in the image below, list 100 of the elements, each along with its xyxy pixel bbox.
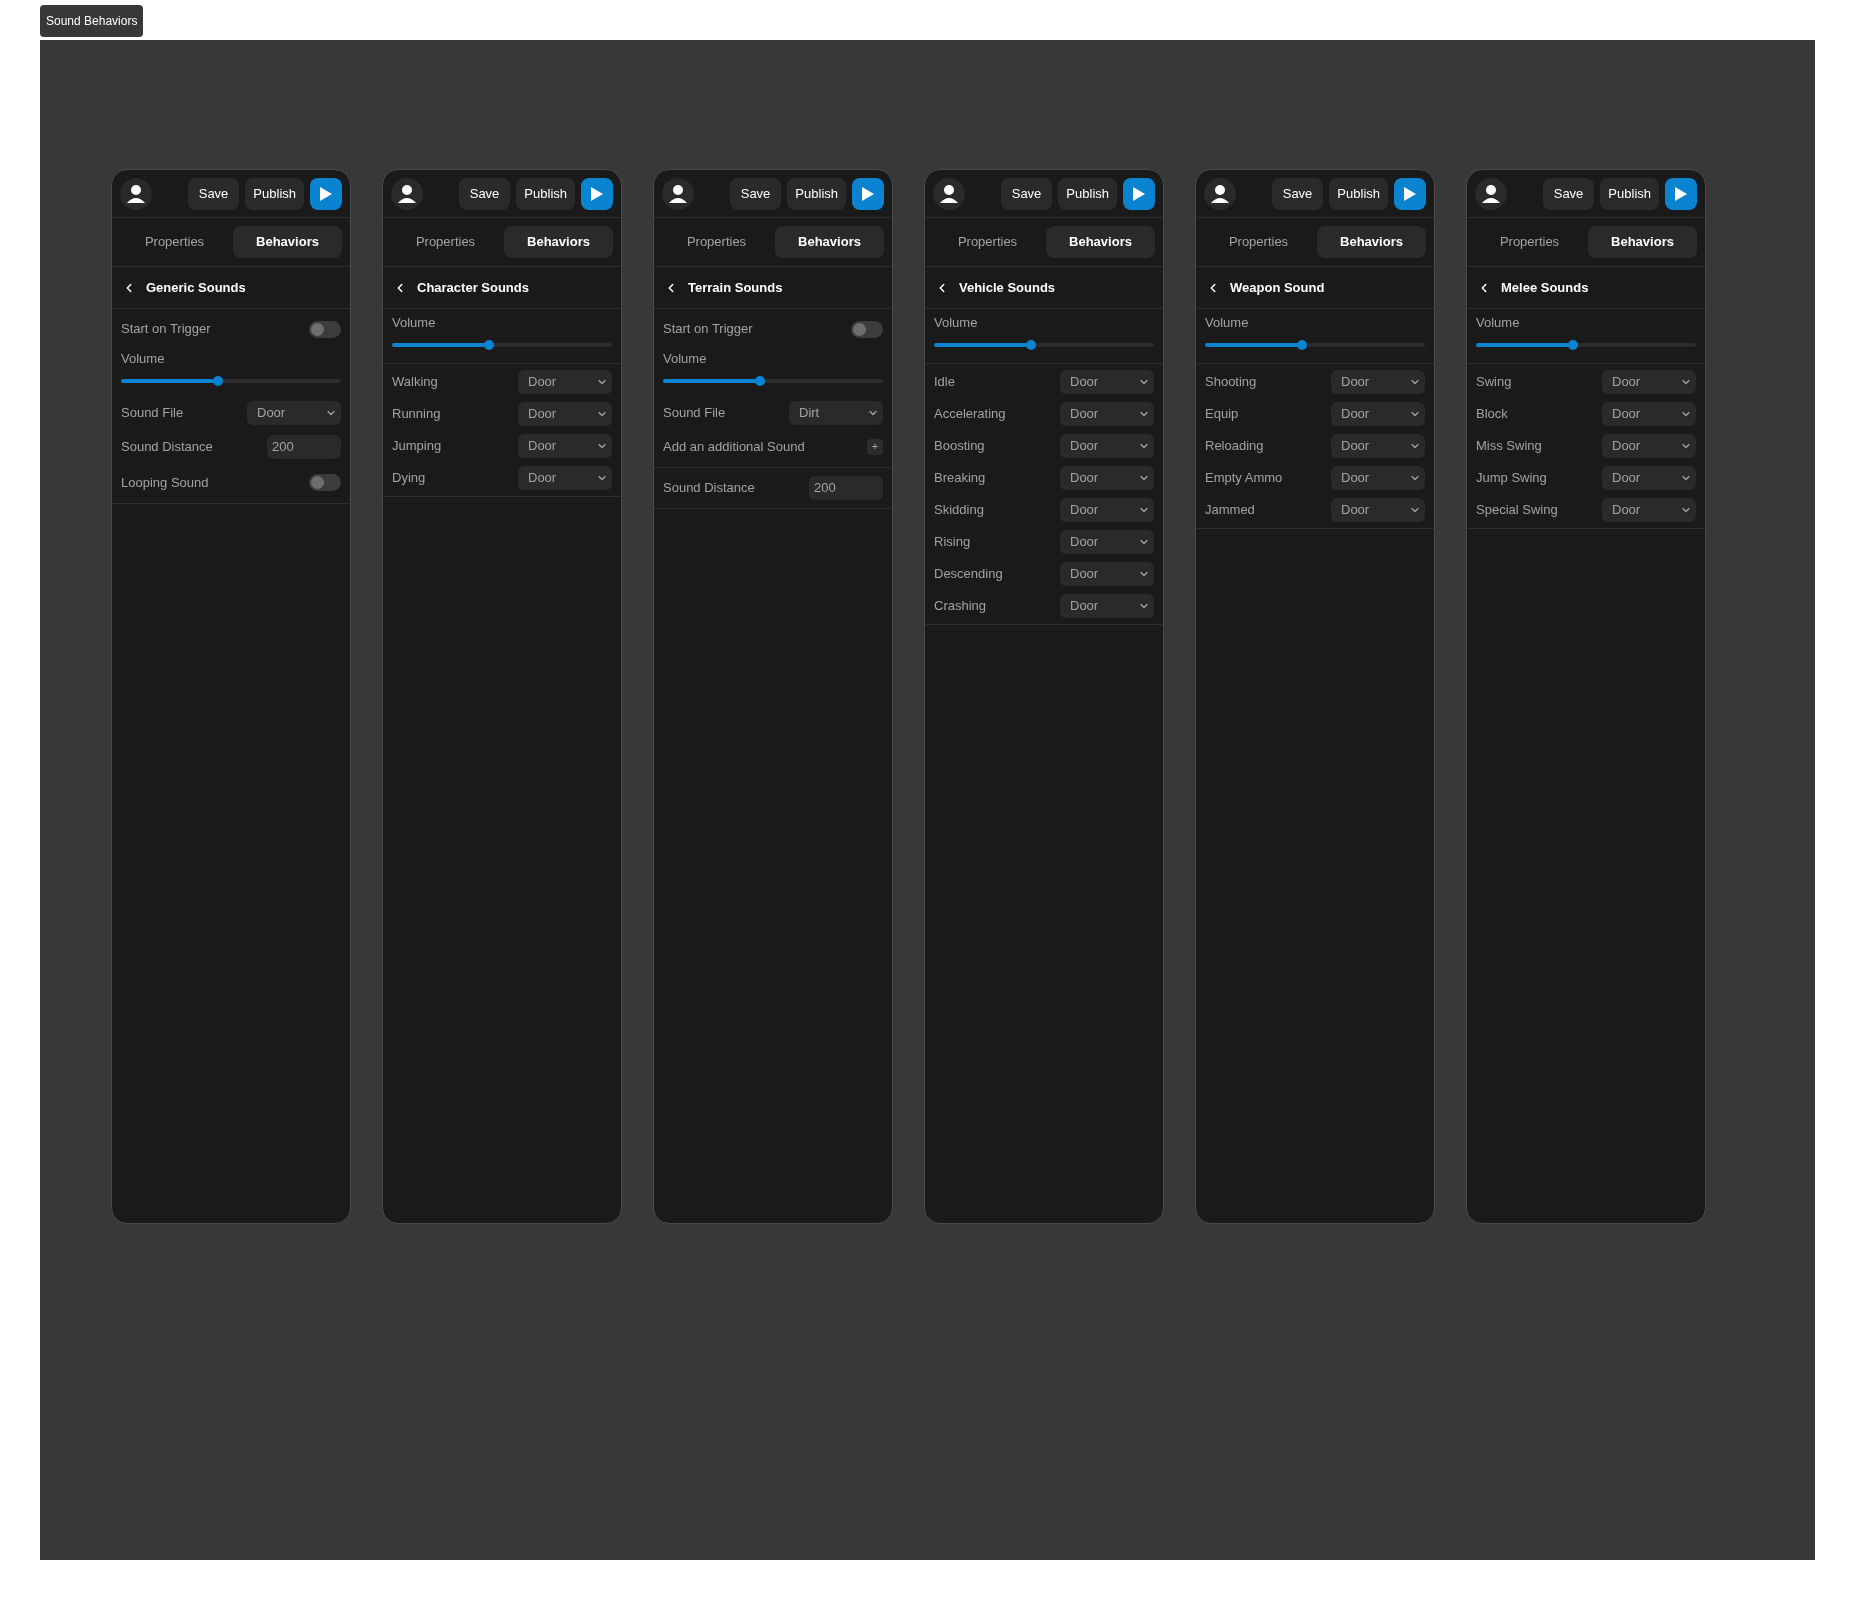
- save-button[interactable]: Save: [729, 177, 782, 210]
- play-button[interactable]: [852, 177, 884, 210]
- field-label: Crashing: [934, 596, 987, 615]
- field-label: Dying: [392, 468, 426, 487]
- tab[interactable]: Properties: [933, 226, 1042, 258]
- field-label: Special Swing: [1476, 500, 1558, 519]
- publish-button[interactable]: Publish: [787, 177, 846, 210]
- field-label: Sound File: [663, 403, 726, 422]
- field-label: Reloading: [1205, 436, 1264, 455]
- avatar-icon[interactable]: [662, 177, 694, 210]
- dropdown[interactable]: Door: [1602, 401, 1696, 426]
- avatar-icon[interactable]: [1204, 177, 1236, 210]
- tab[interactable]: Behaviors: [233, 226, 342, 258]
- toggle-switch[interactable]: [309, 320, 341, 338]
- dropdown[interactable]: Door: [518, 369, 612, 394]
- play-icon: [590, 185, 604, 202]
- save-button[interactable]: Save: [187, 177, 240, 210]
- tab[interactable]: Behaviors: [1588, 226, 1697, 258]
- save-button[interactable]: Save: [1000, 177, 1053, 210]
- dropdown[interactable]: Door: [1331, 497, 1425, 522]
- field-label: Volume: [1476, 314, 1521, 332]
- dropdown[interactable]: Door: [518, 433, 612, 458]
- tab[interactable]: Behaviors: [504, 226, 613, 258]
- publish-button[interactable]: Publish: [1600, 177, 1659, 210]
- dropdown[interactable]: Door: [1060, 529, 1154, 554]
- field-label: Sound Distance: [121, 437, 213, 456]
- dropdown[interactable]: Door: [1331, 401, 1425, 426]
- tab[interactable]: Properties: [120, 226, 229, 258]
- volume-slider[interactable]: [934, 338, 1154, 351]
- add-button[interactable]: +: [867, 438, 883, 455]
- dropdown[interactable]: Door: [1060, 561, 1154, 586]
- tab[interactable]: Properties: [391, 226, 500, 258]
- play-icon: [319, 185, 333, 202]
- avatar-icon[interactable]: [1475, 177, 1507, 210]
- avatar-icon[interactable]: [933, 177, 965, 210]
- section-title: Character Sounds: [417, 278, 529, 297]
- tab[interactable]: Behaviors: [775, 226, 884, 258]
- publish-button[interactable]: Publish: [245, 177, 304, 210]
- dropdown[interactable]: Door: [518, 465, 612, 490]
- dropdown[interactable]: Door: [1602, 369, 1696, 394]
- volume-slider[interactable]: [1205, 338, 1425, 351]
- dropdown[interactable]: Door: [1060, 593, 1154, 618]
- dropdown[interactable]: Door: [1060, 465, 1154, 490]
- avatar-icon[interactable]: [120, 177, 152, 210]
- tab[interactable]: Behaviors: [1317, 226, 1426, 258]
- dropdown[interactable]: Door: [1060, 433, 1154, 458]
- slider-thumb[interactable]: [1025, 339, 1036, 350]
- dropdown[interactable]: Door: [518, 401, 612, 426]
- volume-slider[interactable]: [663, 374, 883, 387]
- avatar-icon[interactable]: [391, 177, 423, 210]
- publish-button[interactable]: Publish: [516, 177, 575, 210]
- play-button[interactable]: [1665, 177, 1697, 210]
- tab[interactable]: Properties: [662, 226, 771, 258]
- field-label: Volume: [934, 314, 979, 332]
- number-field[interactable]: 200: [809, 475, 883, 500]
- tab[interactable]: Behaviors: [1046, 226, 1155, 258]
- dropdown[interactable]: Door: [1331, 433, 1425, 458]
- save-button[interactable]: Save: [1271, 177, 1324, 210]
- play-button[interactable]: [581, 177, 613, 210]
- field-label: Running: [392, 404, 441, 423]
- publish-button[interactable]: Publish: [1329, 177, 1388, 210]
- slider-thumb[interactable]: [212, 375, 223, 386]
- volume-slider[interactable]: [392, 338, 612, 351]
- field-label: Rising: [934, 532, 971, 551]
- volume-slider[interactable]: [121, 374, 341, 387]
- play-button[interactable]: [1394, 177, 1426, 210]
- play-button[interactable]: [310, 177, 342, 210]
- number-field[interactable]: 200: [267, 434, 341, 459]
- save-button[interactable]: Save: [1542, 177, 1595, 210]
- toggle-switch[interactable]: [309, 474, 341, 491]
- field-label: Boosting: [934, 436, 985, 455]
- field-label: Equip: [1205, 404, 1239, 423]
- slider-thumb[interactable]: [483, 339, 494, 350]
- play-icon: [1403, 185, 1417, 202]
- dropdown[interactable]: Door: [1331, 465, 1425, 490]
- field-label: Volume: [392, 314, 437, 332]
- play-icon: [1674, 185, 1688, 202]
- publish-button[interactable]: Publish: [1058, 177, 1117, 210]
- dropdown[interactable]: Door: [1060, 497, 1154, 522]
- slider-thumb[interactable]: [1296, 339, 1307, 350]
- dropdown[interactable]: Door: [1602, 465, 1696, 490]
- play-icon: [1132, 185, 1146, 202]
- play-button[interactable]: [1123, 177, 1155, 210]
- dropdown[interactable]: Door: [1602, 497, 1696, 522]
- dropdown[interactable]: Door: [1060, 369, 1154, 394]
- field-label: Block: [1476, 404, 1508, 423]
- tab[interactable]: Properties: [1475, 226, 1584, 258]
- tab[interactable]: Properties: [1204, 226, 1313, 258]
- volume-slider[interactable]: [1476, 338, 1696, 351]
- dropdown[interactable]: Door: [1060, 401, 1154, 426]
- play-icon: [861, 185, 875, 202]
- dropdown[interactable]: Door: [247, 400, 341, 425]
- dropdown[interactable]: Door: [1602, 433, 1696, 458]
- slider-thumb[interactable]: [754, 375, 765, 386]
- slider-thumb[interactable]: [1567, 339, 1578, 350]
- dropdown[interactable]: Dirt: [789, 400, 883, 425]
- toggle-switch[interactable]: [851, 320, 883, 338]
- field-label: Empty Ammo: [1205, 468, 1283, 487]
- dropdown[interactable]: Door: [1331, 369, 1425, 394]
- save-button[interactable]: Save: [458, 177, 511, 210]
